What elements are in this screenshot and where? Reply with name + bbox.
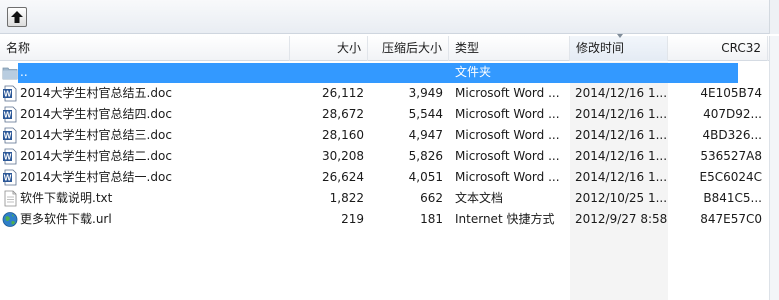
file-type: Microsoft Word ... <box>455 107 560 121</box>
file-size: 26,624 <box>322 170 364 184</box>
file-type: 文本文档 <box>455 191 504 205</box>
svg-text:W: W <box>4 153 12 162</box>
file-crc: 847E57C0 <box>700 212 762 226</box>
list-row[interactable]: W 2014大学生村官总结四.doc 28,672 5,544 Microsof… <box>0 104 768 125</box>
list-row-parent-folder[interactable]: .. 文件夹 <box>0 62 768 83</box>
file-type: Internet 快捷方式 <box>455 212 555 226</box>
folder-up-button[interactable] <box>7 7 27 27</box>
list-row[interactable]: W 2014大学生村官总结五.doc 26,112 3,949 Microsof… <box>0 83 768 104</box>
column-header: 名称 大小 压缩后大小 类型 修改时间 CRC32 <box>0 36 779 61</box>
file-size: 28,160 <box>322 128 364 142</box>
file-crc: 407D92... <box>703 107 762 121</box>
svg-text:W: W <box>4 174 12 183</box>
file-name: 2014大学生村官总结一.doc <box>20 170 172 184</box>
sort-descending-icon <box>617 34 623 38</box>
svg-text:W: W <box>4 90 12 99</box>
file-name: 2014大学生村官总结三.doc <box>20 128 172 142</box>
list-row[interactable]: 更多软件下载.url 219 181 Internet 快捷方式 2012/9/… <box>0 209 768 230</box>
file-modified: 2012/10/25 1... <box>575 191 667 205</box>
file-size: 28,672 <box>322 107 364 121</box>
file-type: Microsoft Word ... <box>455 128 560 142</box>
file-name: 软件下载说明.txt <box>20 191 113 205</box>
file-size: 219 <box>341 212 364 226</box>
file-packed-size: 3,949 <box>408 86 443 100</box>
word-doc-icon: W <box>3 127 17 144</box>
file-crc: B841C5... <box>703 191 762 205</box>
file-type: 文件夹 <box>455 65 492 79</box>
word-doc-icon: W <box>3 106 17 123</box>
word-doc-icon: W <box>3 169 17 186</box>
text-file-icon <box>4 190 17 207</box>
file-packed-size: 662 <box>420 191 443 205</box>
file-name: 更多软件下载.url <box>20 212 112 226</box>
file-type: Microsoft Word ... <box>455 170 560 184</box>
svg-text:W: W <box>4 132 12 141</box>
folder-up-icon <box>11 11 23 23</box>
file-packed-size: 4,947 <box>408 128 443 142</box>
word-doc-icon: W <box>3 148 17 165</box>
file-name: 2014大学生村官总结五.doc <box>20 86 172 100</box>
toolbar <box>0 0 779 34</box>
column-type-header[interactable]: 类型 <box>449 36 570 61</box>
file-modified: 2014/12/16 1... <box>575 86 667 100</box>
file-name: .. <box>20 65 28 79</box>
file-packed-size: 5,544 <box>408 107 443 121</box>
file-size: 26,112 <box>322 86 364 100</box>
vertical-scrollbar[interactable] <box>769 36 779 300</box>
toolbar-scroll-edge <box>769 0 779 34</box>
file-crc: 4E105B74 <box>700 86 762 100</box>
column-size-header[interactable]: 大小 <box>290 36 368 61</box>
file-name: 2014大学生村官总结二.doc <box>20 149 172 163</box>
word-doc-icon: W <box>3 85 17 102</box>
file-modified: 2012/9/27 8:58 <box>575 212 667 226</box>
file-packed-size: 181 <box>420 212 443 226</box>
file-modified: 2014/12/16 1... <box>575 170 667 184</box>
list-row[interactable]: W 2014大学生村官总结二.doc 30,208 5,826 Microsof… <box>0 146 768 167</box>
folder-up-icon <box>2 67 18 80</box>
file-packed-size: 5,826 <box>408 149 443 163</box>
file-size: 1,822 <box>329 191 364 205</box>
file-modified: 2014/12/16 1... <box>575 107 667 121</box>
file-packed-size: 4,051 <box>408 170 443 184</box>
internet-shortcut-icon <box>2 212 18 227</box>
svg-text:W: W <box>4 111 12 120</box>
column-modified-header[interactable]: 修改时间 <box>570 36 668 61</box>
list-row[interactable]: W 2014大学生村官总结三.doc 28,160 4,947 Microsof… <box>0 125 768 146</box>
list-row[interactable]: W 2014大学生村官总结一.doc 26,624 4,051 Microsof… <box>0 167 768 188</box>
column-name-header[interactable]: 名称 <box>0 36 290 61</box>
file-crc: E5C6024C <box>699 170 762 184</box>
file-crc: 536527A8 <box>700 149 762 163</box>
file-type: Microsoft Word ... <box>455 86 560 100</box>
file-modified: 2014/12/16 1... <box>575 128 667 142</box>
list-row[interactable]: 软件下载说明.txt 1,822 662 文本文档 2012/10/25 1..… <box>0 188 768 209</box>
file-crc: 4BD326... <box>702 128 762 142</box>
file-size: 30,208 <box>322 149 364 163</box>
column-packed-header[interactable]: 压缩后大小 <box>368 36 449 61</box>
file-modified: 2014/12/16 1... <box>575 149 667 163</box>
column-crc-header[interactable]: CRC32 <box>668 36 768 61</box>
file-type: Microsoft Word ... <box>455 149 560 163</box>
file-name: 2014大学生村官总结四.doc <box>20 107 172 121</box>
